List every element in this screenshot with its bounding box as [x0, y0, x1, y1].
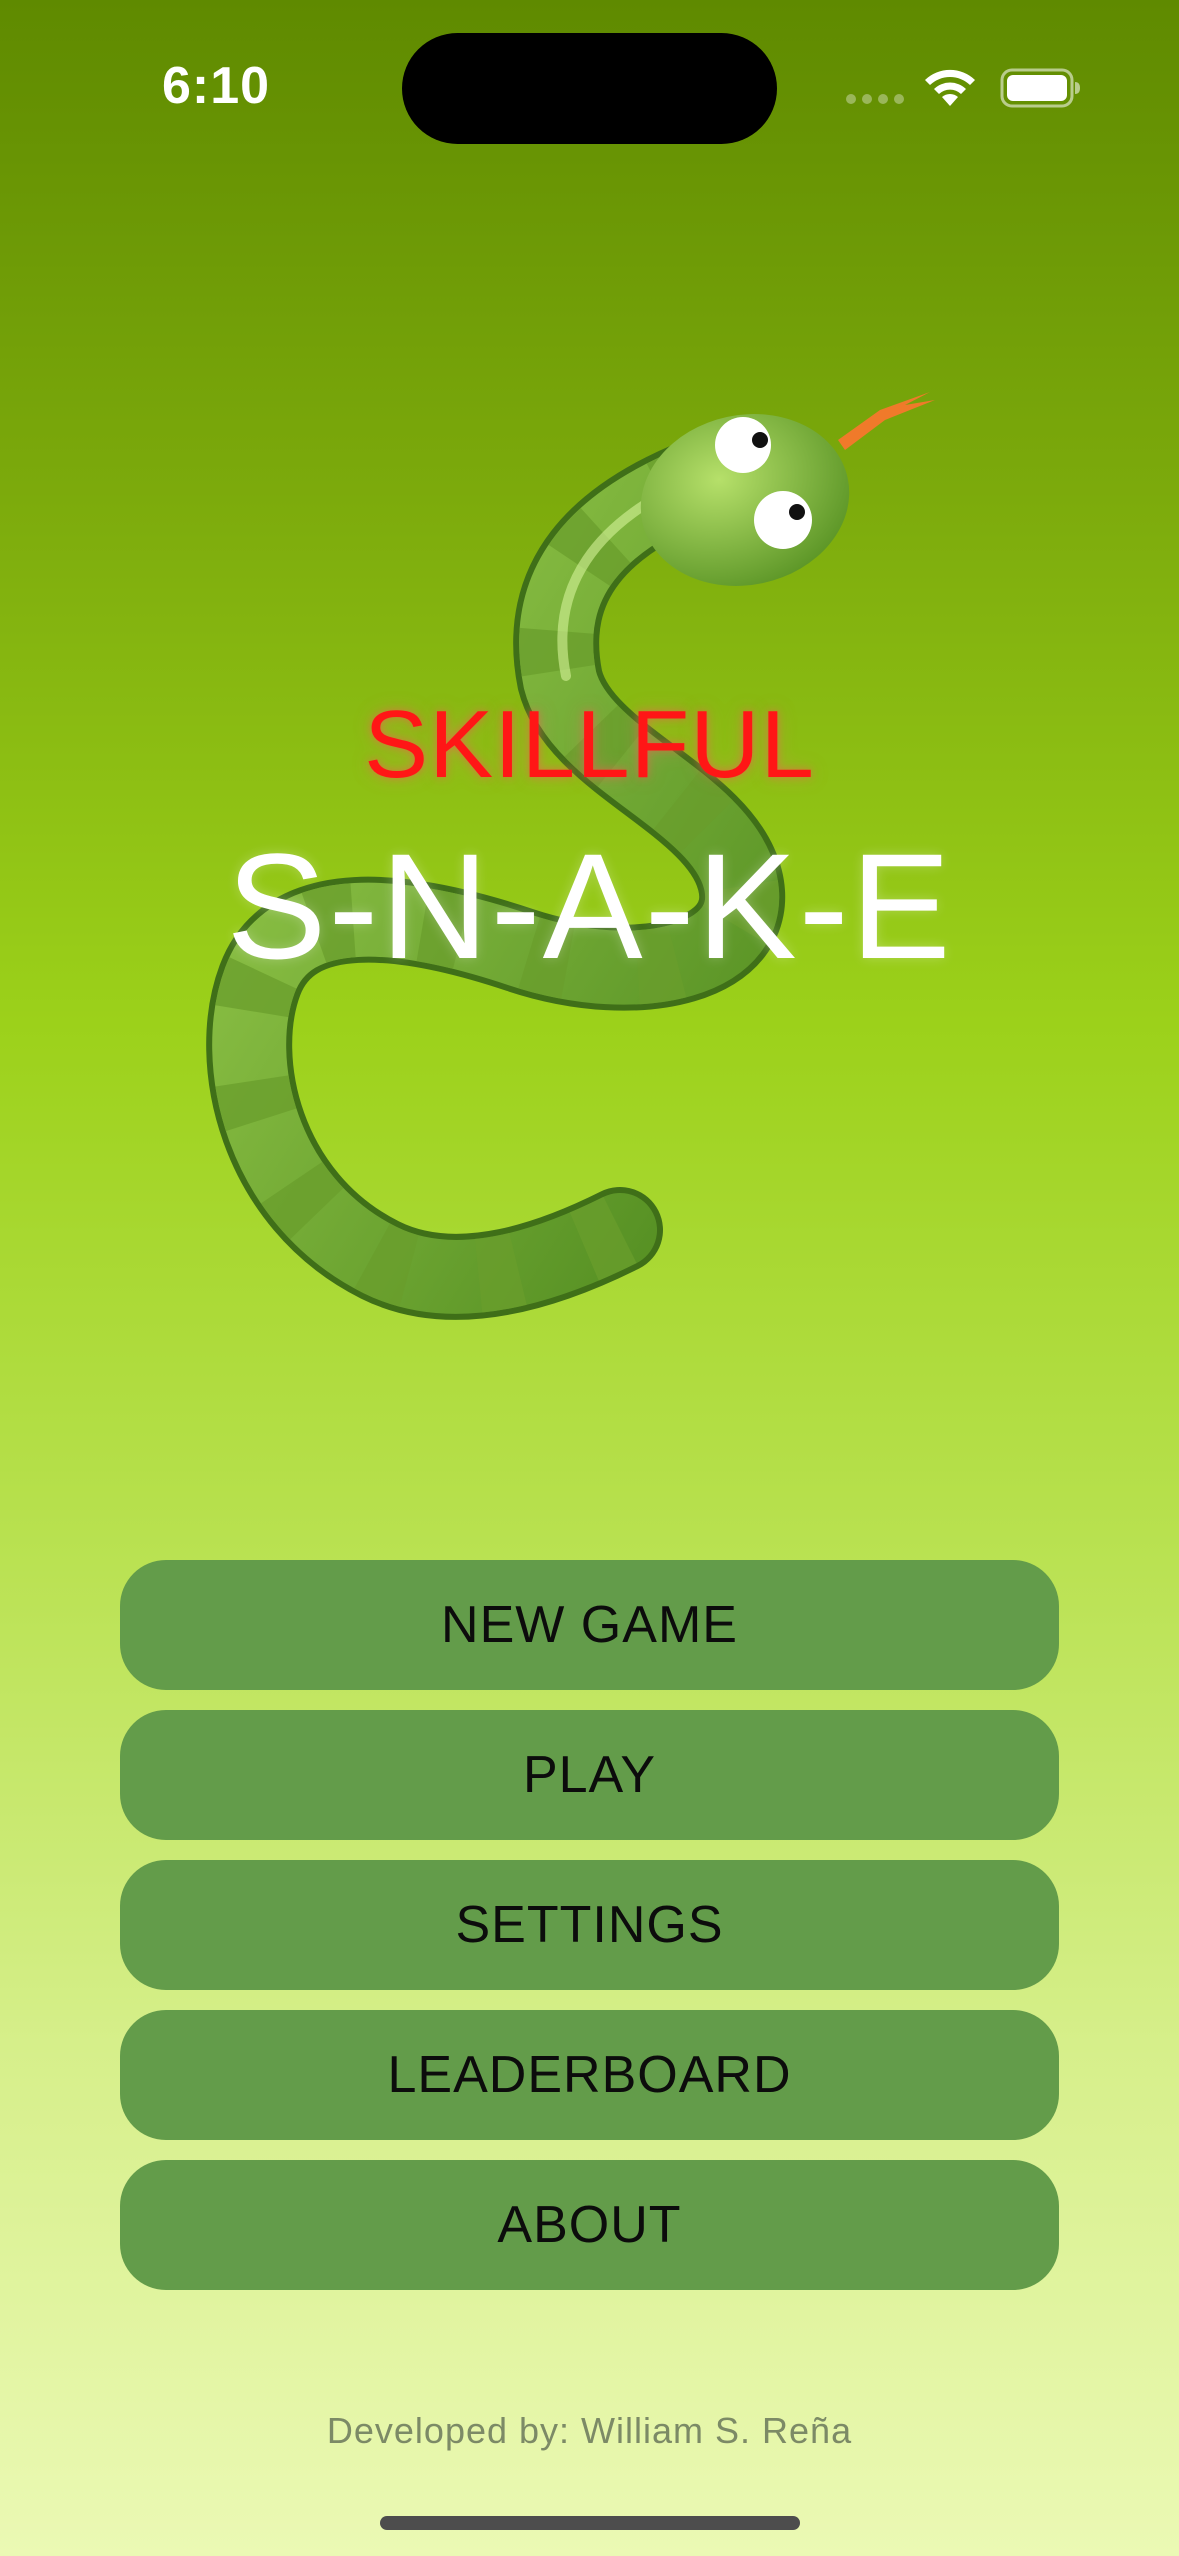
status-time: 6:10: [162, 57, 271, 115]
game-title-subtitle: SKILLFUL: [364, 691, 815, 798]
status-bar: 6:10: [0, 0, 1179, 170]
wifi-icon: [925, 69, 975, 106]
new-game-button[interactable]: NEW GAME: [120, 1560, 1059, 1690]
developer-credit: Developed by: William S. Reña: [326, 2410, 853, 2451]
play-button[interactable]: PLAY: [120, 1710, 1059, 1840]
settings-button[interactable]: SETTINGS: [120, 1860, 1059, 1990]
dynamic-island: [402, 33, 777, 144]
about-button[interactable]: ABOUT: [120, 2160, 1059, 2290]
leaderboard-button[interactable]: LEADERBOARD: [120, 2010, 1059, 2140]
signal-dots-icon: [846, 94, 904, 104]
main-menu: NEW GAME PLAY SETTINGS LEADERBOARD ABOUT: [120, 1560, 1059, 2310]
game-title: S-N-A-K-E: [226, 822, 953, 990]
battery-icon: [1000, 68, 1080, 108]
home-indicator[interactable]: [380, 2516, 800, 2530]
